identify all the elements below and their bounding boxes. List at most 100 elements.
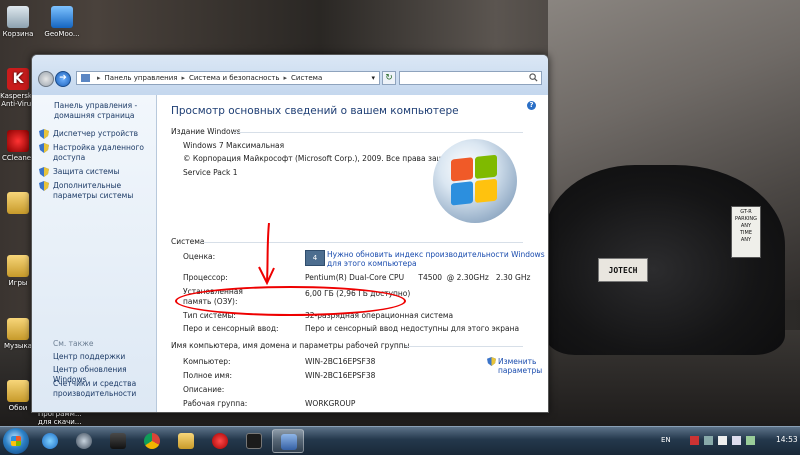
- clock[interactable]: 14:53: [776, 435, 798, 444]
- full-name-value: WIN-2BC16EPSF38: [305, 371, 376, 380]
- breadcrumb-separator: ▸: [97, 74, 101, 82]
- task-pane: Панель управления - домашняя страница Ди…: [32, 95, 157, 412]
- taskbar-explorer[interactable]: [170, 429, 202, 453]
- breadcrumb-separator: ▸: [181, 74, 185, 82]
- network-icon[interactable]: [718, 436, 727, 445]
- pen-touch-label: Перо и сенсорный ввод:: [183, 324, 279, 333]
- chevron-down-icon[interactable]: ▾: [371, 74, 375, 82]
- control-panel-icon: [281, 434, 297, 450]
- flag-green: [475, 154, 497, 179]
- record-icon: [212, 433, 228, 449]
- taskbar-app6[interactable]: [204, 429, 236, 453]
- wallpaper-plate: JOTECH: [598, 258, 648, 282]
- kaspersky-icon: K: [7, 68, 29, 90]
- windows-logo-icon: [451, 154, 499, 207]
- processor-value: Pentium(R) Dual-Core CPU T4500 @ 2.30GHz…: [305, 273, 531, 282]
- chrome-icon: [144, 433, 160, 449]
- terminal-icon: [246, 433, 262, 449]
- section-system: Система: [171, 237, 205, 246]
- pen-touch-value: Перо и сенсорный ввод недоступны для это…: [305, 324, 520, 333]
- computer-name-value: WIN-2BC16EPSF38: [305, 357, 376, 366]
- copyright-text: © Корпорация Майкрософт (Microsoft Corp.…: [183, 154, 474, 163]
- search-icon: [529, 73, 538, 82]
- sign-line: PARKING: [735, 216, 757, 222]
- breadcrumb-item[interactable]: Система и безопасность: [189, 74, 280, 82]
- volume-icon[interactable]: [732, 436, 741, 445]
- forward-button[interactable]: ➔: [55, 71, 71, 87]
- section-divider: [405, 346, 523, 347]
- section-divider: [233, 132, 523, 133]
- search-input[interactable]: [399, 71, 542, 85]
- section-computer-name: Имя компьютера, имя домена и параметры р…: [171, 341, 410, 350]
- address-bar[interactable]: ▸ Панель управления ▸ Система и безопасн…: [76, 71, 380, 85]
- system-window: ➔ ▸ Панель управления ▸ Система и безопа…: [31, 54, 549, 413]
- back-button[interactable]: [38, 71, 54, 87]
- page-title: Просмотр основных сведений о вашем компь…: [171, 105, 459, 117]
- steam-icon: [76, 433, 92, 449]
- taskbar-app3[interactable]: [102, 429, 134, 453]
- taskbar-chrome[interactable]: [136, 429, 168, 453]
- annotation-arrow-icon: [258, 223, 275, 285]
- battery-icon[interactable]: [746, 436, 755, 445]
- desktop-icon-label: GeoMoo...: [44, 30, 80, 38]
- edition-value: Windows 7 Максимальная: [183, 141, 285, 150]
- system-protection-link[interactable]: Защита системы: [53, 167, 119, 177]
- full-name-label: Полное имя:: [183, 371, 233, 380]
- windows-logo-icon: [11, 436, 21, 446]
- window-titlebar: ➔ ▸ Панель управления ▸ Система и безопа…: [32, 55, 548, 95]
- language-indicator[interactable]: EN: [661, 436, 671, 444]
- taskbar-ie[interactable]: [34, 429, 66, 453]
- workgroup-label: Рабочая группа:: [183, 399, 248, 408]
- remote-settings-link[interactable]: Настройка удаленного доступа: [53, 143, 149, 162]
- folder-icon: [7, 318, 29, 340]
- arrow-right-icon: ➔: [59, 73, 67, 83]
- action-center-link[interactable]: Центр поддержки: [53, 352, 125, 362]
- see-also-header: См. также: [53, 339, 94, 348]
- section-windows-edition: Издание Windows: [171, 127, 241, 136]
- geomoo-icon: [51, 6, 73, 28]
- content-area: ? Просмотр основных сведений о вашем ком…: [157, 95, 548, 412]
- service-pack-value: Service Pack 1: [183, 168, 238, 177]
- flag-yellow: [475, 178, 497, 203]
- memory-highlight-ellipse: [175, 286, 406, 316]
- sign-line: TIME: [739, 230, 752, 236]
- tray-chevron-icon[interactable]: [704, 436, 713, 445]
- processor-label: Процессор:: [183, 273, 228, 282]
- performance-tools-link[interactable]: Счетчики и средства производительности: [53, 379, 149, 398]
- control-panel-home-link[interactable]: Панель управления - домашняя страница: [54, 101, 150, 120]
- sign-line: GT-R: [740, 209, 752, 215]
- folder-icon: [7, 255, 29, 277]
- refresh-icon: ↻: [385, 73, 393, 83]
- taskbar-app7[interactable]: [238, 429, 270, 453]
- change-settings-link[interactable]: Изменить параметры: [498, 357, 548, 375]
- shield-icon: [39, 167, 49, 177]
- wallpaper-sign: GT-R PARKING ANY TIME ANY: [731, 206, 761, 258]
- refresh-button[interactable]: ↻: [382, 71, 396, 85]
- control-panel-icon: [81, 74, 90, 82]
- shield-icon: [39, 181, 49, 191]
- desktop-icon-label: Корзина: [2, 30, 34, 38]
- taskbar-steam[interactable]: [68, 429, 100, 453]
- workgroup-value: WORKGROUP: [305, 399, 356, 408]
- desktop-icon-geomoo[interactable]: GeoMoo...: [42, 6, 82, 38]
- help-icon[interactable]: ?: [527, 101, 536, 110]
- advanced-settings-link[interactable]: Дополнительные параметры системы: [53, 181, 153, 200]
- device-manager-link[interactable]: Диспетчер устройств: [53, 129, 138, 139]
- shield-icon: [39, 143, 49, 153]
- taskbar-control-panel[interactable]: [272, 429, 304, 453]
- desktop-icon-recycle-bin[interactable]: Корзина: [0, 6, 36, 38]
- folder-icon: [7, 380, 29, 402]
- sign-line: ANY: [740, 237, 752, 243]
- rating-label: Оценка:: [183, 252, 216, 261]
- performance-index-badge[interactable]: 4: [305, 250, 325, 266]
- breadcrumb-item[interactable]: Панель управления: [105, 74, 178, 82]
- computer-name-label: Компьютер:: [183, 357, 231, 366]
- rating-link[interactable]: Нужно обновить индекс производительности…: [327, 250, 547, 268]
- start-button[interactable]: [3, 428, 29, 454]
- breadcrumb-item[interactable]: Система: [291, 74, 322, 82]
- kaspersky-tray-icon[interactable]: [690, 436, 699, 445]
- wallpaper-car: [545, 165, 785, 355]
- folder-icon: [178, 433, 194, 449]
- folder-icon: [7, 192, 29, 214]
- flag-red: [451, 157, 473, 182]
